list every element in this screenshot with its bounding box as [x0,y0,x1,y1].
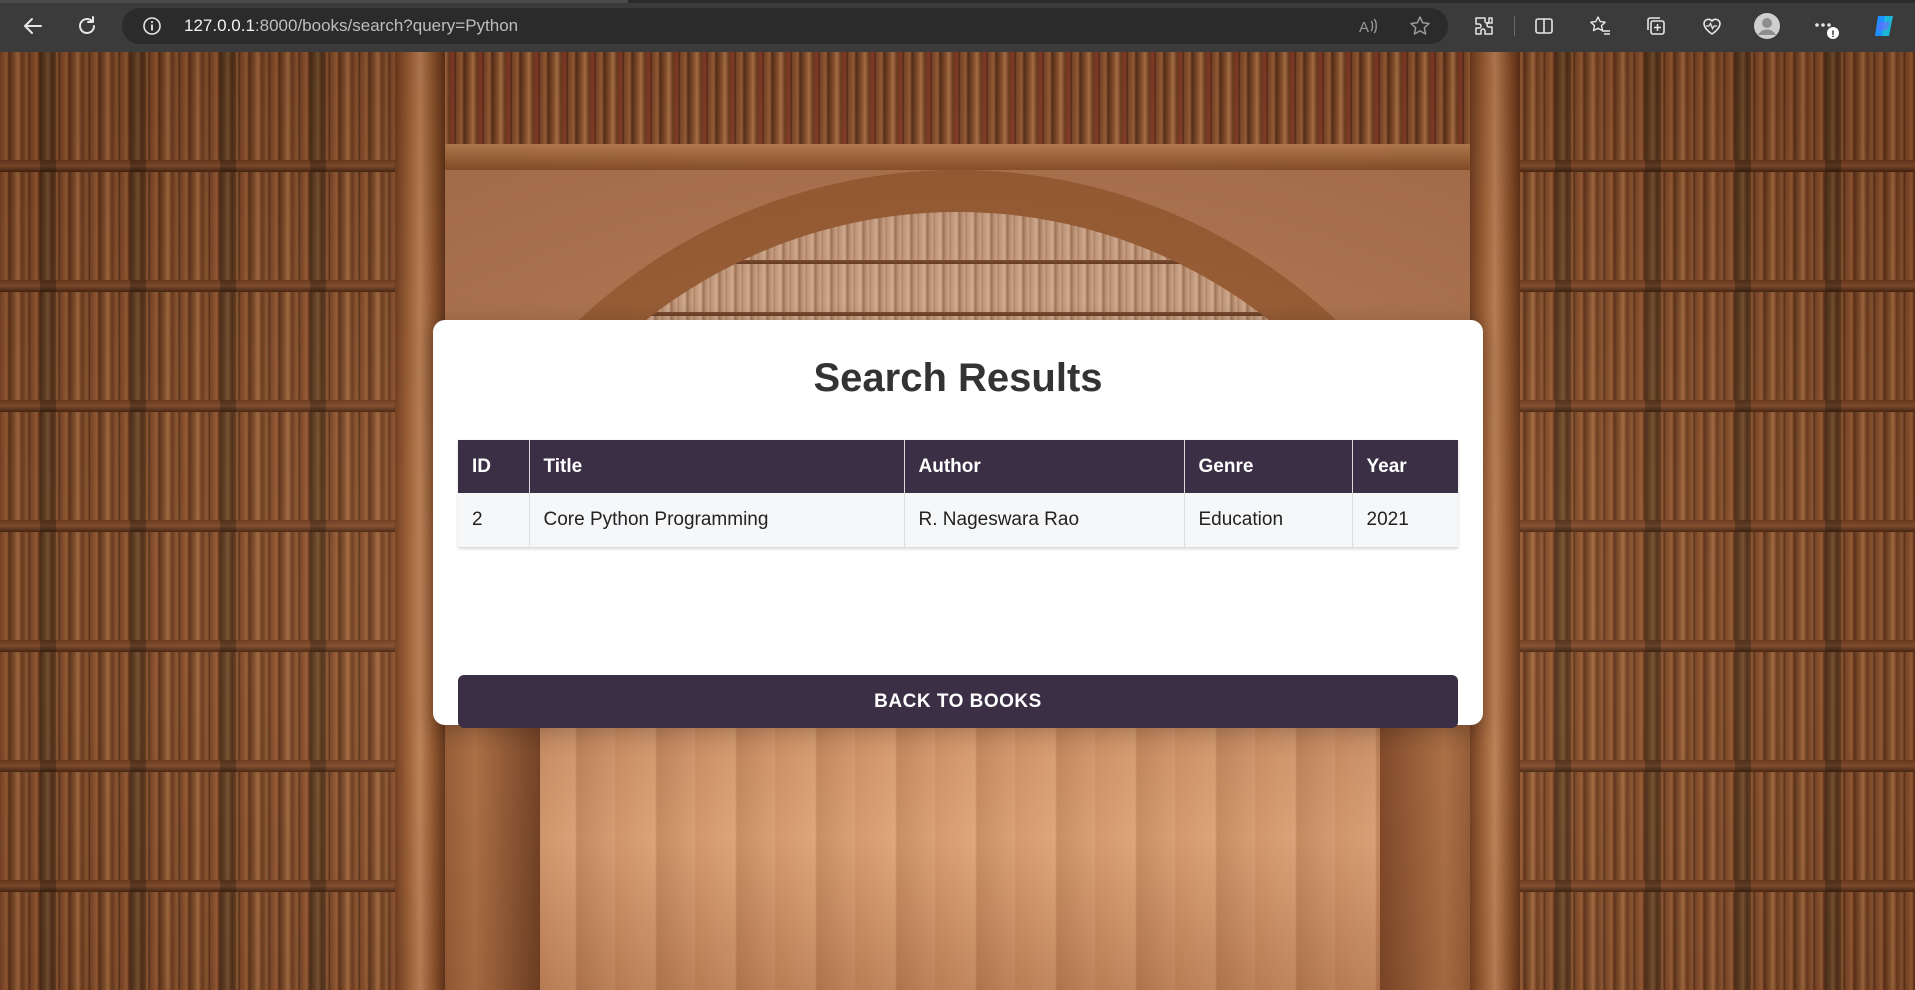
cell-genre: Education [1184,493,1353,548]
toolbar-divider [1514,16,1515,36]
cell-title: Core Python Programming [529,493,905,548]
url-text[interactable]: 127.0.0.1:8000/books/search?query=Python [184,8,518,44]
page-viewport: Search Results ID Title Author Genre Yea… [0,52,1915,990]
tab-strip [0,0,1915,3]
search-results-card: Search Results ID Title Author Genre Yea… [433,320,1483,728]
column-header-year: Year [1352,440,1458,493]
more-icon[interactable]: ! [1811,12,1839,40]
address-bar[interactable]: 127.0.0.1:8000/books/search?query=Python… [122,8,1448,44]
url-path: :8000/books/search?query=Python [254,16,519,35]
browser-toolbar: 127.0.0.1:8000/books/search?query=Python… [0,0,1915,52]
cell-year: 2021 [1352,493,1458,548]
column-header-title: Title [529,440,905,493]
url-host: 127.0.0.1 [184,16,255,35]
copilot-icon[interactable] [1870,12,1898,40]
back-arrow-icon[interactable] [18,11,48,41]
heart-icon[interactable] [1698,12,1726,40]
column-header-genre: Genre [1184,440,1353,493]
puzzle-icon[interactable] [1470,12,1498,40]
svg-text:!: ! [1832,29,1835,39]
page-title: Search Results [813,356,1103,400]
info-icon[interactable] [142,16,162,36]
favorites-icon[interactable] [1586,12,1614,40]
profile-icon[interactable] [1753,12,1781,40]
svg-text:A: A [1359,19,1369,36]
collections-icon[interactable] [1642,12,1670,40]
table-row: 2 Core Python Programming R. Nageswara R… [458,493,1458,548]
back-to-books-button[interactable]: BACK TO BOOKS [458,675,1458,728]
refresh-icon[interactable] [72,11,102,41]
split-screen-icon[interactable] [1530,12,1558,40]
star-icon[interactable] [1408,14,1432,38]
cell-id: 2 [458,493,530,548]
column-header-id: ID [458,440,530,493]
results-table: ID Title Author Genre Year 2 Core Python… [458,440,1458,548]
cell-author: R. Nageswara Rao [904,493,1185,548]
column-header-author: Author [904,440,1185,493]
table-header-row: ID Title Author Genre Year [458,440,1458,493]
active-tab-indicator [0,0,628,3]
read-aloud-icon[interactable]: A [1356,14,1380,38]
